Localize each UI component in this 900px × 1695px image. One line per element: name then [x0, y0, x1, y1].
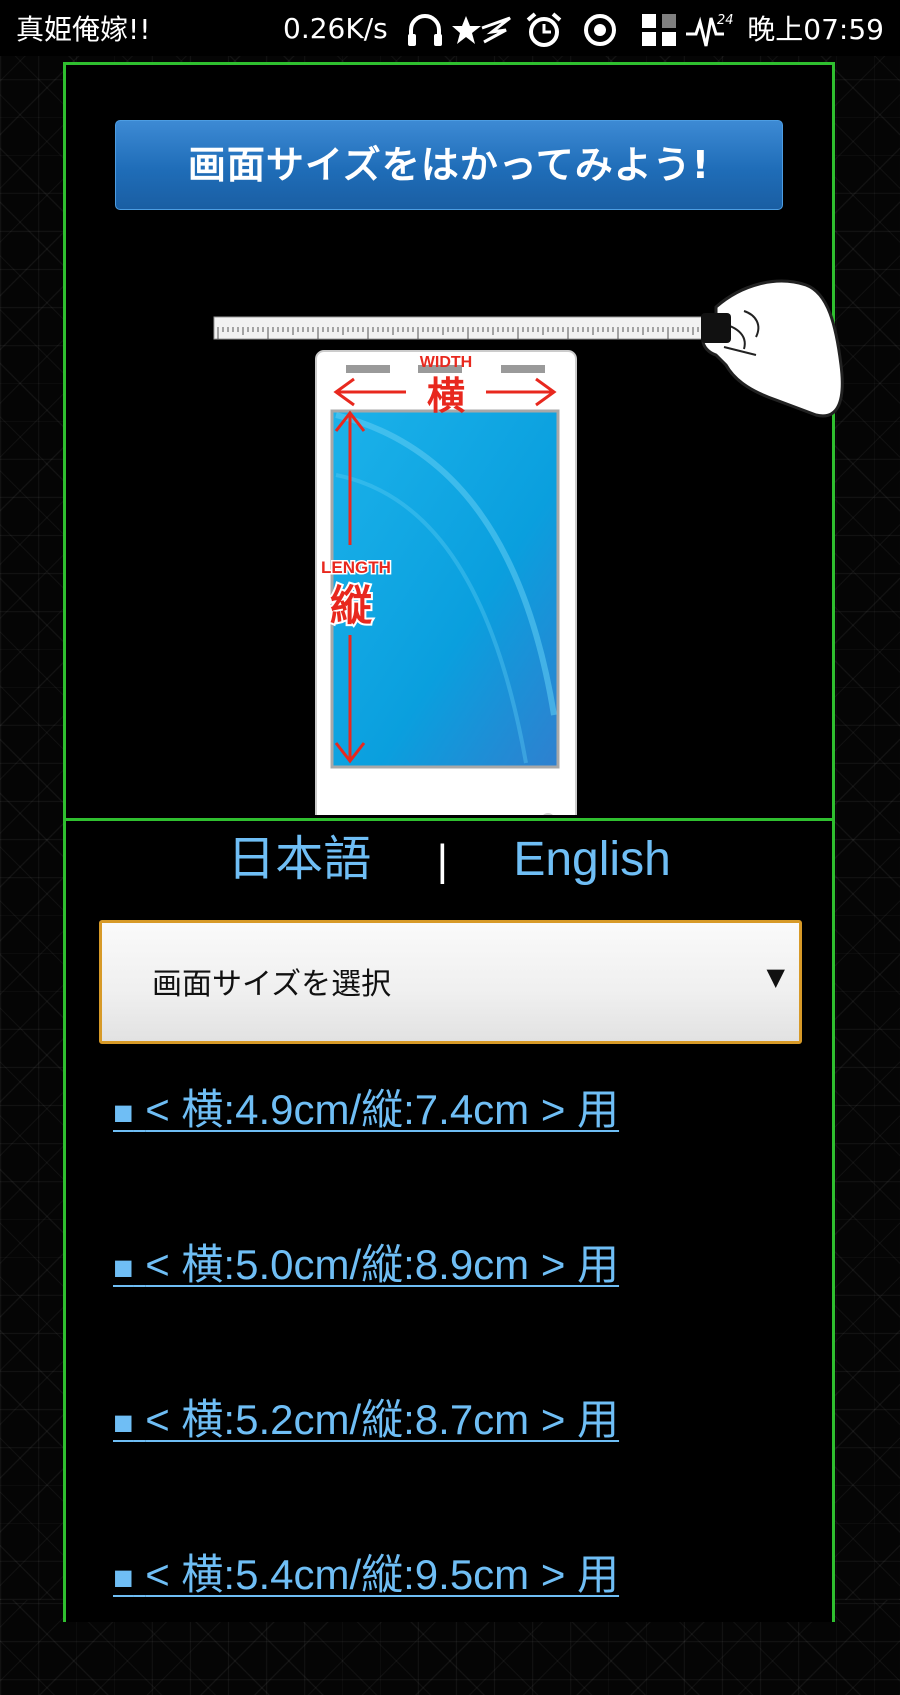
- square-bullet-icon: ■: [113, 1249, 134, 1287]
- star-icon: [452, 16, 511, 44]
- headphones-icon: [408, 14, 442, 46]
- width-label-jp: 横: [427, 374, 465, 418]
- alarm-icon: [526, 12, 562, 47]
- screen-size-select[interactable]: 画面サイズを選択 ▼: [99, 920, 802, 1044]
- signal-icon: 24: [686, 13, 734, 47]
- size-link-label: < 横:5.0cm/縦:8.9cm > 用: [145, 1241, 620, 1288]
- square-bullet-icon: ■: [113, 1404, 134, 1442]
- size-link-5-2x8-7[interactable]: ■ < 横:5.2cm/縦:8.7cm > 用: [113, 1385, 813, 1540]
- size-link-5-0x8-9[interactable]: ■ < 横:5.0cm/縦:8.9cm > 用: [113, 1230, 813, 1385]
- size-link-label: < 横:5.2cm/縦:8.7cm > 用: [145, 1396, 620, 1443]
- length-label-en: LENGTH: [321, 558, 391, 577]
- ruler-icon: [213, 316, 705, 340]
- screen-size-select-value: 画面サイズを選択: [152, 967, 392, 1002]
- size-link-label: < 横:5.4cm/縦:9.5cm > 用: [145, 1551, 620, 1598]
- language-japanese-link[interactable]: 日本語: [227, 833, 371, 886]
- size-link-list: ■ < 横:4.9cm/縦:7.4cm > 用 ■ < 横:5.0cm/縦:8.…: [113, 1075, 813, 1695]
- content-frame: 画面サイズをはかってみよう! WIDTH 横 LENGTH 縦 日本語 | En…: [63, 62, 844, 1622]
- measure-illustration: WIDTH 横 LENGTH 縦: [213, 279, 844, 815]
- square-bullet-icon: ■: [113, 1094, 134, 1132]
- location-icon: [584, 14, 616, 46]
- size-link-4-9x7-4[interactable]: ■ < 横:4.9cm/縦:7.4cm > 用: [113, 1075, 813, 1230]
- language-english-link[interactable]: English: [513, 833, 670, 886]
- size-link-label: < 横:4.9cm/縦:7.4cm > 用: [145, 1086, 620, 1133]
- length-label-jp: 縦: [330, 581, 372, 630]
- network-speed: 0.26K/s: [283, 12, 388, 45]
- svg-text:24: 24: [717, 13, 734, 28]
- size-link-5-4x9-5[interactable]: ■ < 横:5.4cm/縦:9.5cm > 用: [113, 1540, 813, 1695]
- notification-app-name: 真姫俺嫁!!: [16, 13, 151, 46]
- language-switcher: 日本語 | English: [66, 817, 832, 907]
- status-bar: 真姫俺嫁!! 0.26K/s 24 晚上07:59: [0, 0, 900, 56]
- clock: 晚上07:59: [747, 13, 884, 46]
- chevron-down-icon: ▼: [766, 963, 785, 991]
- hand-icon: [701, 279, 844, 418]
- square-bullet-icon: ■: [113, 1559, 134, 1597]
- qr-icon: [642, 14, 676, 46]
- width-label-en: WIDTH: [420, 354, 472, 371]
- language-separator: |: [436, 836, 448, 885]
- measure-banner[interactable]: 画面サイズをはかってみよう!: [115, 120, 783, 210]
